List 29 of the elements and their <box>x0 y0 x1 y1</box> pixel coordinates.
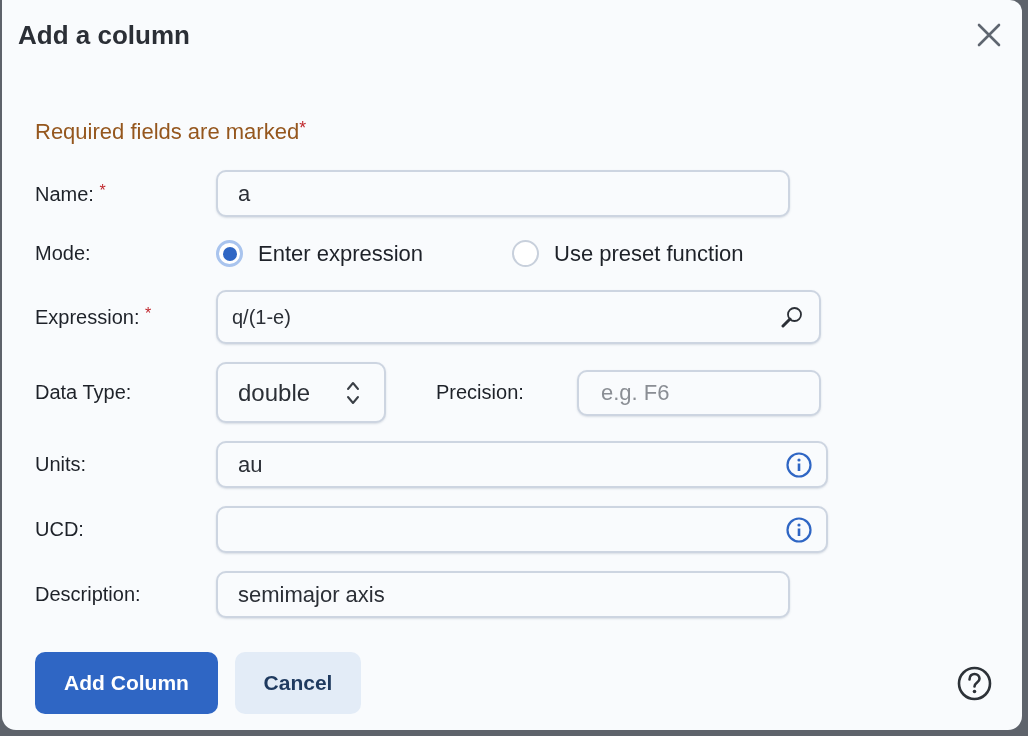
text-field[interactable]: e.g. F6 <box>577 369 821 416</box>
text-field[interactable]: au <box>216 441 828 489</box>
field-label: UCD: <box>35 518 84 542</box>
info-icon[interactable] <box>786 451 812 478</box>
search-icon[interactable] <box>781 306 803 329</box>
up-down-chevron-icon <box>346 379 360 406</box>
info-icon[interactable] <box>786 516 812 543</box>
radio-button[interactable] <box>512 240 539 268</box>
field-label: Description: <box>35 583 141 607</box>
expression-field[interactable]: q/(1-e) <box>216 290 821 345</box>
field-label: Units: <box>35 453 87 477</box>
text-field[interactable] <box>216 506 828 554</box>
data-type-select[interactable]: double <box>216 362 386 424</box>
radio-label: Use preset function <box>554 240 744 267</box>
radio-button[interactable] <box>216 240 243 268</box>
field-label: Data Type: <box>35 381 132 405</box>
field-label: Mode: <box>35 242 91 266</box>
field-label: Expression: $^{*}$ <box>35 305 152 330</box>
secondary-button[interactable]: Cancel <box>235 652 361 715</box>
text-field[interactable]: a <box>216 170 790 218</box>
primary-button[interactable]: Add Column <box>35 652 218 715</box>
dialog-title: Add a column <box>18 19 190 51</box>
field-label: Precision: <box>436 381 525 405</box>
required-note: Required fields are marked$^{*}$ <box>35 117 306 145</box>
text-field[interactable]: semimajor axis <box>216 571 790 619</box>
close-icon[interactable] <box>977 23 1001 47</box>
radio-label: Enter expression <box>258 240 424 267</box>
help-icon[interactable] <box>957 665 992 701</box>
field-label: Name: $^{*}$ <box>35 181 106 206</box>
